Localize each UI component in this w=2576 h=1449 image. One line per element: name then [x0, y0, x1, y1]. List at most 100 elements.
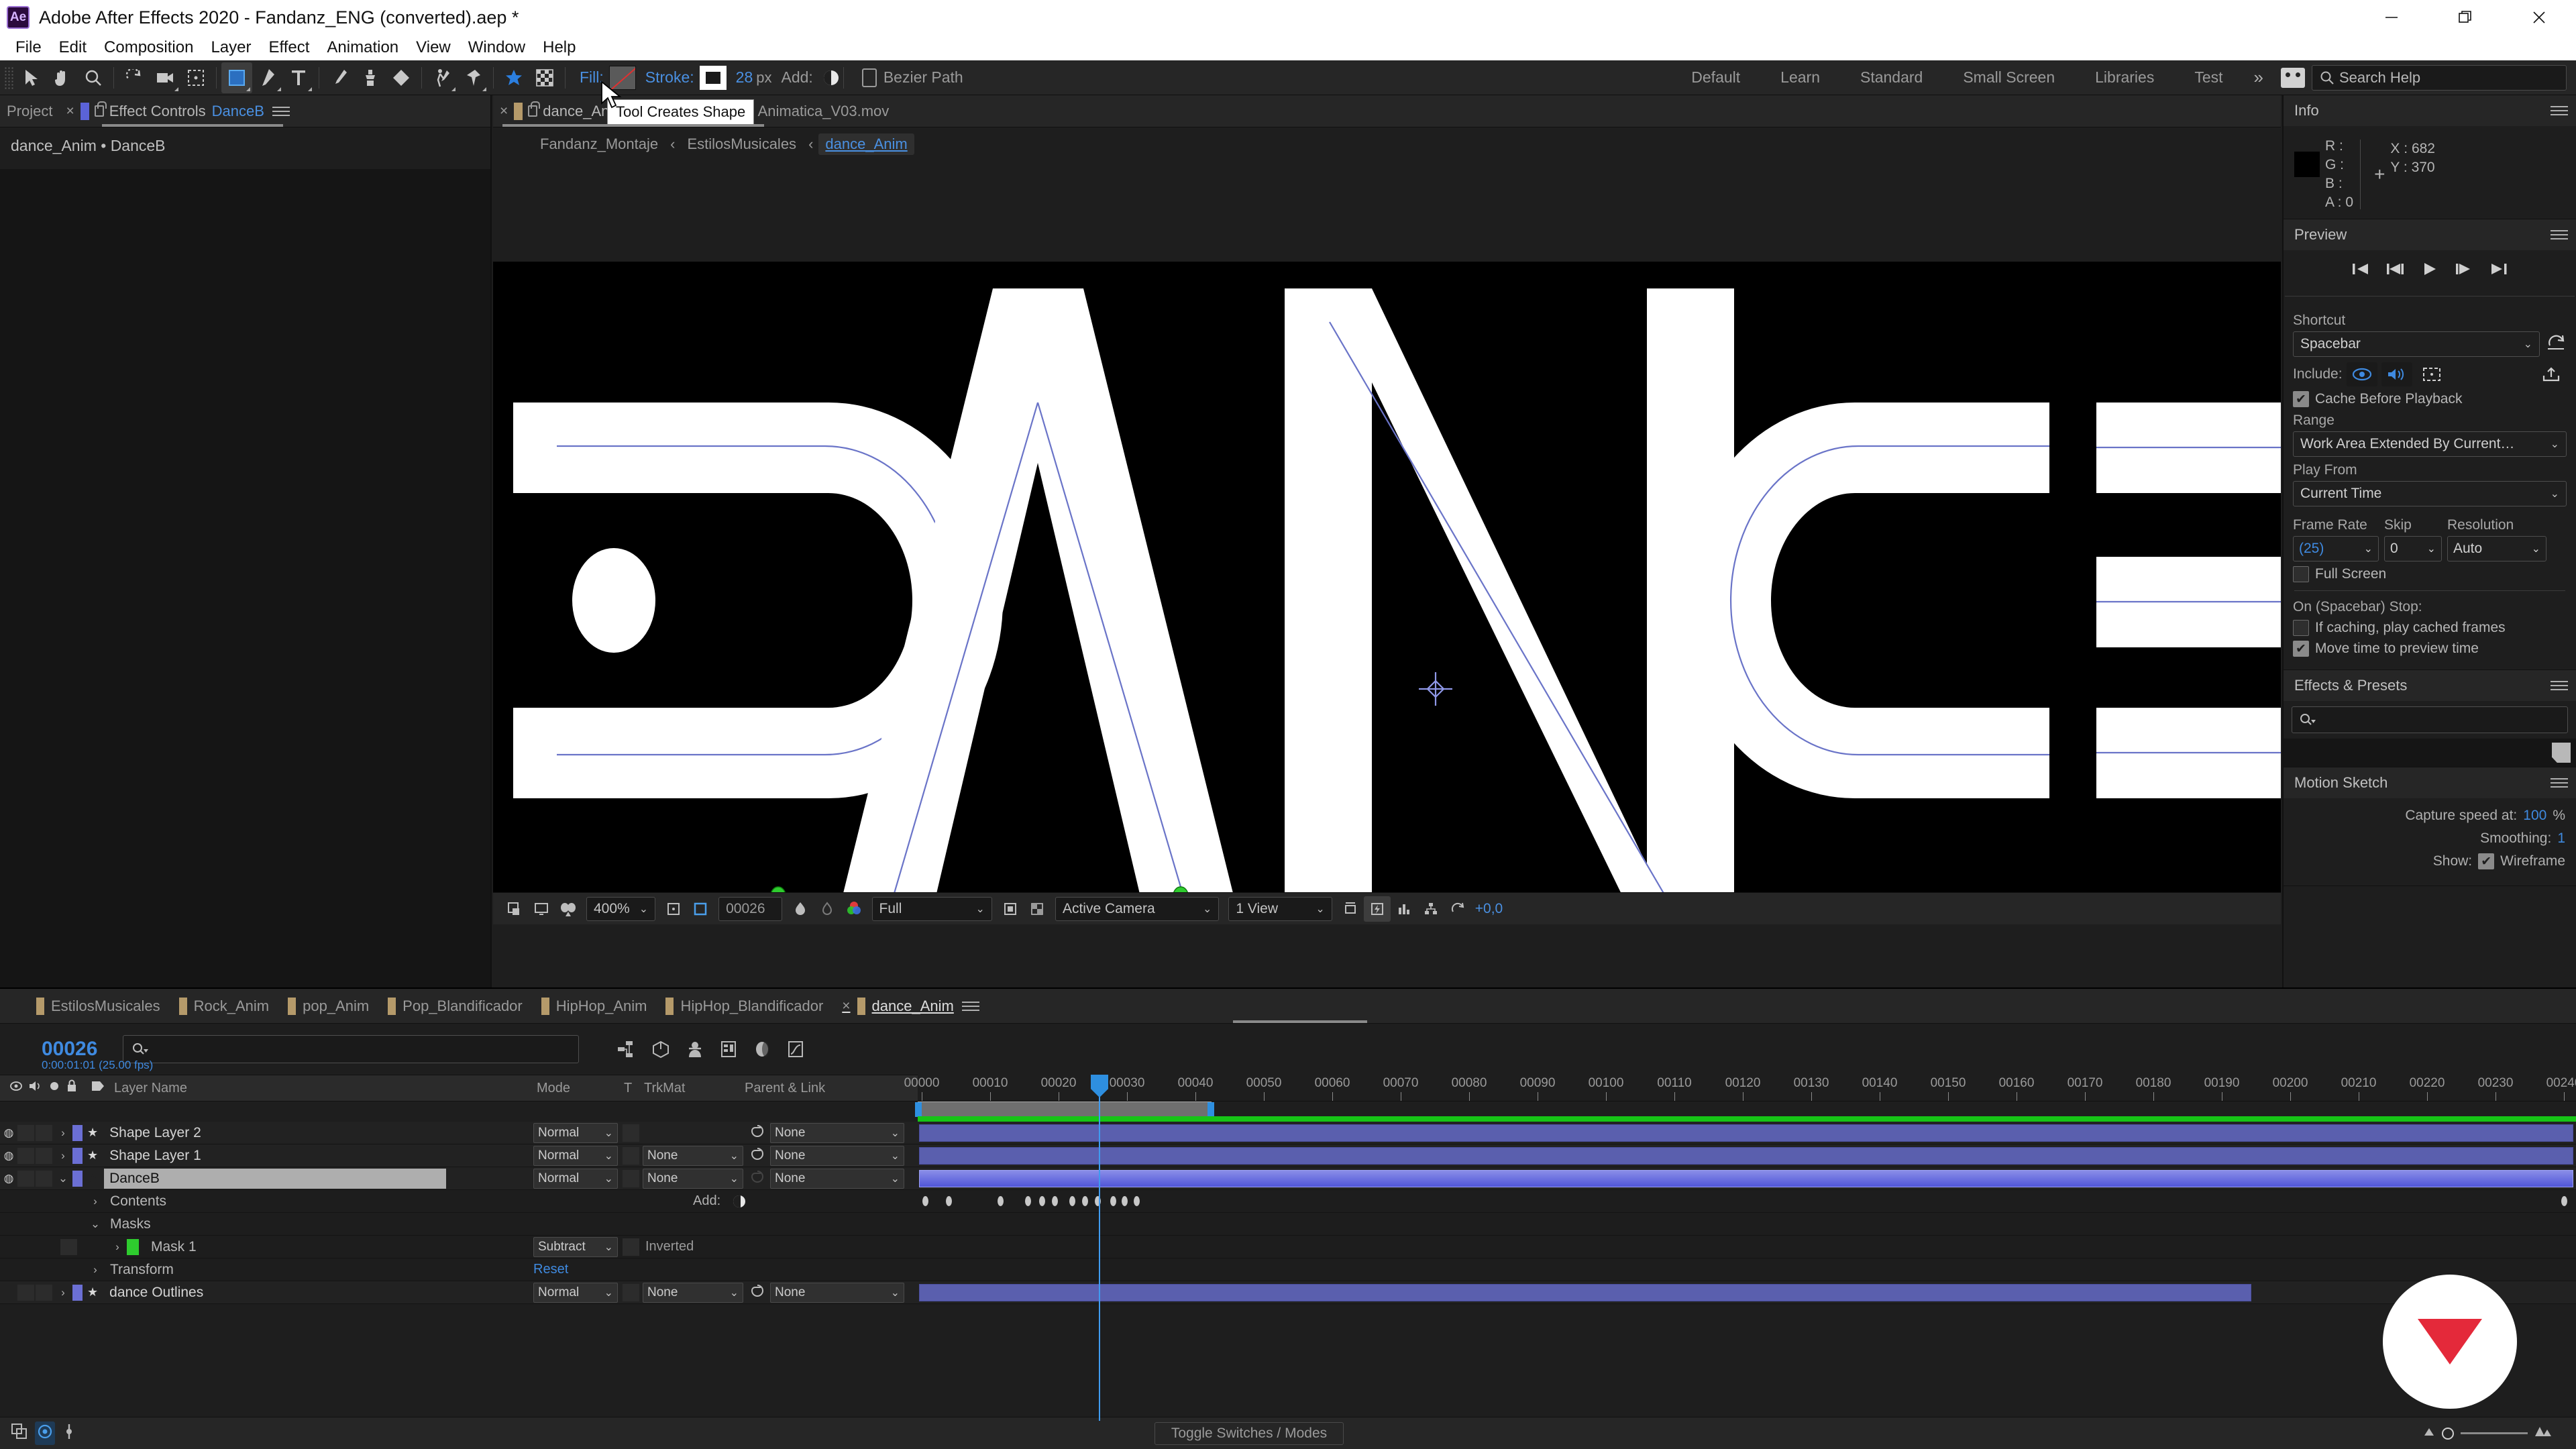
- restore-icon[interactable]: [2428, 0, 2502, 35]
- zoom-slider-track[interactable]: [2460, 1432, 2528, 1434]
- panel-menu-icon[interactable]: [2551, 778, 2568, 788]
- main-viewer-icon[interactable]: [528, 896, 555, 922]
- mask-mode-select[interactable]: Subtract ⌄: [533, 1236, 618, 1257]
- layer-name[interactable]: dance Outlines: [104, 1283, 209, 1303]
- last-frame-button[interactable]: [2490, 262, 2508, 276]
- panel-menu-icon[interactable]: [2551, 681, 2568, 690]
- channels-icon[interactable]: [841, 896, 867, 922]
- property-twirl-icon[interactable]: ›: [108, 1240, 127, 1254]
- include-overlays-icon[interactable]: [2416, 362, 2447, 386]
- menu-view[interactable]: View: [407, 37, 460, 58]
- layer-t-cell[interactable]: [623, 1169, 639, 1187]
- next-frame-button[interactable]: [2455, 262, 2473, 276]
- timeline-ruler[interactable]: 00000 00010 00020 00030 00040 00050 0006…: [904, 1075, 2576, 1102]
- timeline-graph-icon[interactable]: [1391, 896, 1417, 922]
- zoom-in-icon[interactable]: [2534, 1426, 2552, 1441]
- breadcrumb-estilosmusicales[interactable]: EstilosMusicales: [680, 133, 803, 155]
- if-caching-row[interactable]: If caching, play cached frames: [2293, 620, 2567, 636]
- layer-visibility-icon[interactable]: ◍: [0, 1126, 17, 1140]
- chevron-down-icon[interactable]: ⌄: [2532, 542, 2540, 555]
- cache-before-playback-checkbox[interactable]: [2293, 391, 2309, 407]
- layer-solo-cell[interactable]: [36, 1147, 52, 1164]
- auto-keyframe-icon[interactable]: [35, 1421, 55, 1445]
- layer-t-cell[interactable]: [623, 1146, 639, 1165]
- include-video-icon[interactable]: [2346, 362, 2377, 386]
- workspace-standard[interactable]: Standard: [1840, 68, 1943, 87]
- show-snapshot-icon[interactable]: [814, 896, 841, 922]
- breadcrumb-fandanz-montaje[interactable]: Fandanz_Montaje: [533, 133, 665, 155]
- zoom-level-select[interactable]: 400% ⌄: [586, 896, 656, 921]
- graph-editor-icon[interactable]: [787, 1040, 804, 1059]
- workspace-overflow-icon[interactable]: »: [2243, 67, 2274, 88]
- comp-tab-hiphop-blandificador[interactable]: HipHop_Blandificador: [656, 989, 833, 1024]
- panel-menu-icon[interactable]: [272, 106, 290, 116]
- timeline-search-input[interactable]: [123, 1035, 580, 1063]
- mask-color-swatch[interactable]: [127, 1238, 139, 1255]
- layer-color-swatch[interactable]: [72, 1284, 83, 1301]
- table-row[interactable]: ⌄ Masks: [0, 1213, 2576, 1236]
- draft-3d-icon[interactable]: [651, 1040, 670, 1059]
- smoothing-value[interactable]: 1: [2557, 830, 2565, 847]
- layer-trkmat-select[interactable]: None ⌄: [643, 1282, 743, 1303]
- layer-name[interactable]: Shape Layer 2: [104, 1123, 207, 1143]
- motion-blur-icon[interactable]: [753, 1040, 771, 1059]
- layer-visibility-icon[interactable]: ◍: [0, 1149, 17, 1163]
- layer-mode-select[interactable]: Normal ⌄: [533, 1122, 618, 1143]
- keyframe-marker[interactable]: [998, 1196, 1004, 1206]
- wireframe-checkbox[interactable]: [2478, 853, 2495, 869]
- effect-controls-body[interactable]: [0, 169, 490, 987]
- mask-lock-cell[interactable]: [60, 1238, 77, 1255]
- reset-shortcut-icon[interactable]: [2545, 333, 2567, 356]
- mask-visibility-icon[interactable]: [555, 896, 582, 922]
- new-effect-icon[interactable]: [2552, 743, 2571, 763]
- graph-editor-toggle-icon[interactable]: [63, 1423, 75, 1444]
- keyframe-marker[interactable]: [1082, 1196, 1088, 1206]
- comp-tab-close-icon[interactable]: ×: [842, 998, 850, 1014]
- layer-t-cell[interactable]: [623, 1283, 639, 1301]
- layer-mode-select[interactable]: Normal ⌄: [533, 1168, 618, 1189]
- add-operator-icon[interactable]: [823, 70, 839, 85]
- type-tool-icon[interactable]: [283, 62, 314, 93]
- timeline-zoom-slider[interactable]: [2423, 1426, 2552, 1441]
- table-row[interactable]: ◍ › ★ Shape Layer 1 Normal ⌄ None ⌄ None…: [0, 1144, 2576, 1167]
- tab-close-icon[interactable]: ×: [500, 103, 508, 119]
- layer-parent-select[interactable]: None ⌄: [770, 1122, 904, 1143]
- keyframe-marker[interactable]: [922, 1196, 928, 1206]
- timeline-playhead[interactable]: [1091, 1075, 1108, 1421]
- work-area-bar[interactable]: [915, 1102, 1214, 1117]
- menu-layer[interactable]: Layer: [202, 37, 260, 58]
- comp-tab-pop-blandificador[interactable]: Pop_Blandificador: [378, 989, 532, 1024]
- previous-frame-button[interactable]: [2387, 262, 2404, 276]
- hand-tool-icon[interactable]: [47, 62, 78, 93]
- zoom-tool-icon[interactable]: [78, 62, 109, 93]
- comp-tab-dance-anim[interactable]: × dance_Anim: [833, 989, 997, 1024]
- snapping-star-icon[interactable]: [498, 62, 529, 93]
- composition-mini-flowchart-icon[interactable]: [616, 1040, 635, 1059]
- table-row[interactable]: › Mask 1 Subtract ⌄ Inverted: [0, 1236, 2576, 1258]
- menu-edit[interactable]: Edit: [50, 37, 95, 58]
- tab-project[interactable]: Project: [0, 95, 59, 127]
- move-time-row[interactable]: Move time to preview time: [2293, 641, 2567, 657]
- keyframe-marker[interactable]: [1134, 1196, 1140, 1206]
- pixel-aspect-correction-icon[interactable]: [1337, 896, 1364, 922]
- effects-presets-list[interactable]: [2284, 739, 2576, 767]
- layer-trkmat-select[interactable]: None ⌄: [643, 1145, 743, 1166]
- rotation-tool-icon[interactable]: [119, 62, 150, 93]
- property-twirl-icon[interactable]: ›: [86, 1263, 105, 1277]
- pan-behind-tool-icon[interactable]: [180, 62, 211, 93]
- keyframe-marker[interactable]: [1069, 1196, 1075, 1206]
- toggle-switches-modes-icon[interactable]: [11, 1423, 28, 1444]
- layer-solo-cell[interactable]: [36, 1284, 52, 1301]
- shape-tool-icon[interactable]: [221, 62, 252, 93]
- layer-solo-cell[interactable]: [36, 1170, 52, 1187]
- grid-guides-icon[interactable]: [660, 896, 687, 922]
- menu-composition[interactable]: Composition: [95, 37, 202, 58]
- layer-name[interactable]: Shape Layer 1: [104, 1146, 207, 1166]
- parent-pickwhip-icon[interactable]: [750, 1124, 765, 1142]
- workspace-libraries[interactable]: Libraries: [2075, 68, 2174, 87]
- preview-resolution-field[interactable]: Auto ⌄: [2447, 536, 2546, 561]
- preview-export-icon[interactable]: [2536, 362, 2567, 386]
- column-header-mode[interactable]: Mode: [537, 1081, 570, 1096]
- layer-duration-bar-selected[interactable]: [919, 1170, 2573, 1187]
- frame-rate-field[interactable]: (25) ⌄: [2293, 536, 2379, 561]
